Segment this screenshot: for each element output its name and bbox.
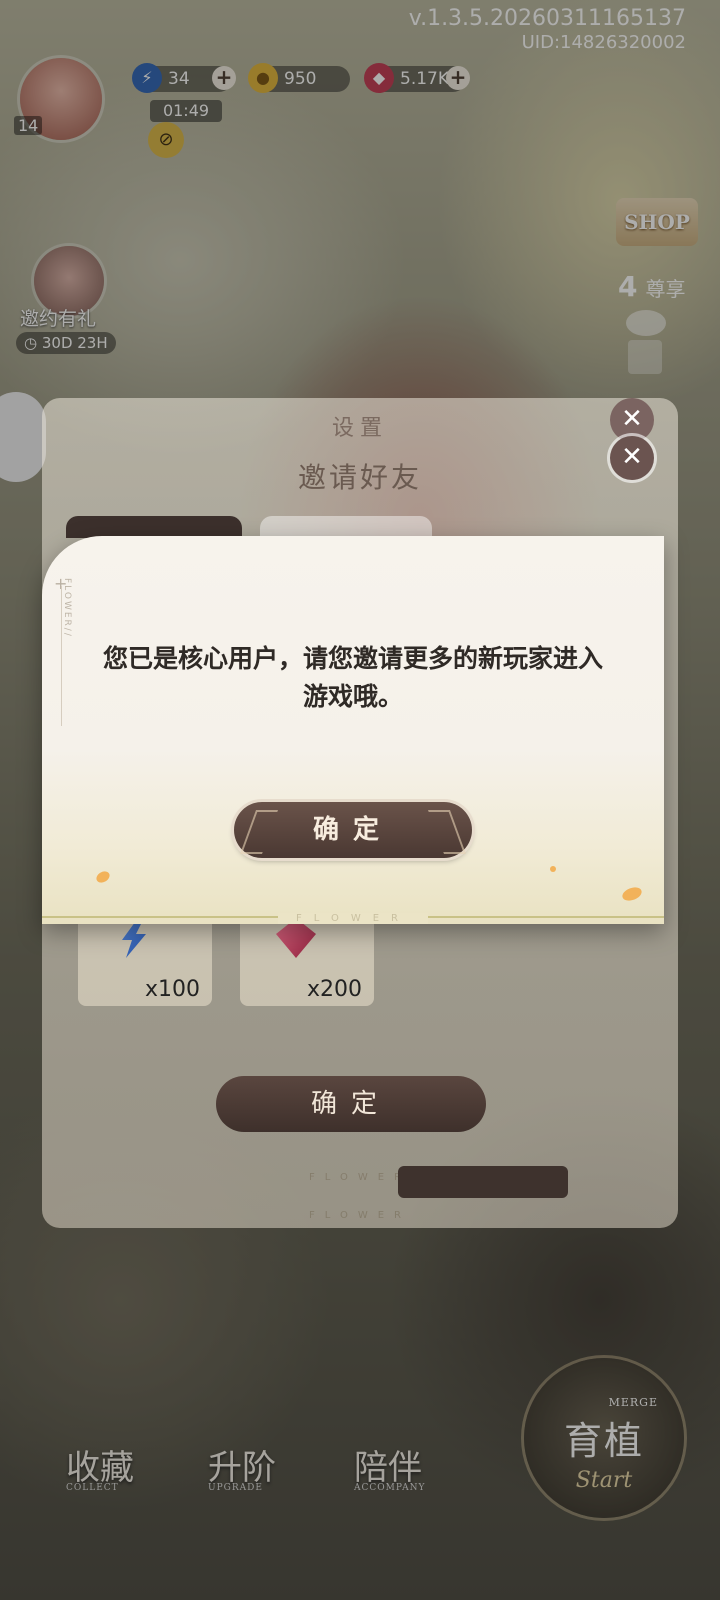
tab-my-invite-code[interactable] <box>260 516 432 538</box>
dialog-bottom-word-text: FLOWER <box>278 913 428 924</box>
panel-deco-word: FLOWER <box>309 1172 411 1183</box>
dialog-message: 您已是核心用户，请您邀请更多的新玩家进入游戏哦。 <box>102 644 603 711</box>
dialog-ok-label: 确定 <box>312 815 393 845</box>
reward-item-energy: x100 <box>78 918 212 1006</box>
petal-icon <box>620 884 644 904</box>
reward-qty: x100 <box>144 977 200 1002</box>
reward-item-gem: x200 <box>240 918 374 1006</box>
right-deco-icon <box>427 810 467 854</box>
notice-dialog: + FLOWER// 您已是核心用户，请您邀请更多的新玩家进入游戏哦。 确定 F… <box>42 536 664 924</box>
side-deco-word: FLOWER// <box>62 578 72 638</box>
panel-bottom-button[interactable] <box>398 1166 568 1198</box>
dialog-bottom-word: FLOWER <box>42 913 664 924</box>
petal-icon <box>94 869 112 885</box>
gem-icon <box>276 918 316 958</box>
petal-icon <box>550 866 556 872</box>
reward-qty: x200 <box>306 977 362 1002</box>
tab-invite-rewards[interactable] <box>66 516 242 538</box>
energy-icon <box>122 918 146 958</box>
left-deco-icon <box>239 810 279 854</box>
dialog-ok-button[interactable]: 确定 <box>234 802 472 858</box>
invite-close-button[interactable]: ✕ <box>610 436 654 480</box>
panel-deco-word-2: FLOWER <box>309 1210 411 1221</box>
invite-confirm-button[interactable]: 确定 <box>216 1076 486 1132</box>
